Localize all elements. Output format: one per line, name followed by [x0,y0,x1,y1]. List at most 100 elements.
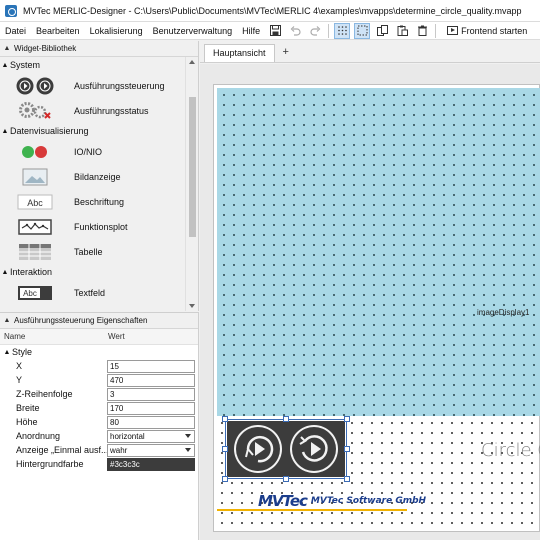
widget-library-list: ▲ System Ausführungssteuerung Ausführung… [0,57,186,311]
widget-io-nio[interactable]: IO/NIO [0,139,186,164]
widget-execution-status[interactable]: Ausführungsstatus [0,98,186,123]
property-value: 470 [110,375,124,385]
show-grid-button[interactable] [334,22,351,39]
property-value-input[interactable]: 470 [107,373,195,387]
widget-library-scrollbar[interactable] [185,57,198,311]
menu-hilfe[interactable]: Hilfe [237,22,265,40]
paste-button[interactable] [394,23,410,39]
resize-handle-b[interactable] [283,476,289,482]
scroll-thumb[interactable] [189,97,196,237]
resize-handle-l[interactable] [222,446,228,452]
scroll-down-icon[interactable] [189,304,195,308]
property-name: X [16,361,23,371]
execution-control-graphic [227,421,345,477]
redo-icon [310,26,321,36]
resize-handle-tr[interactable] [344,416,350,422]
view-tab-bar: Hauptansicht + [200,41,540,63]
mvtec-logo: MVTec MVTec Software GmbH [258,492,426,510]
menu-benutzerverwaltung[interactable]: Benutzerverwaltung [148,22,238,40]
text-field-abc-text: Abc [23,289,37,298]
column-value: Wert [108,332,125,341]
property-name: Anzeige „Einmal ausf... [16,445,107,455]
image-display-widget[interactable] [217,88,540,416]
property-color-value[interactable]: #3c3c3c [107,457,195,471]
properties-title: Ausführungssteuerung Eigenschaften [14,316,148,325]
widget-label: Textfeld [74,287,106,298]
property-row-show-run-once: Anzeige „Einmal ausf... wahr [0,443,198,457]
resize-handle-r[interactable] [344,446,350,452]
tab-main-view[interactable]: Hauptansicht [204,44,275,62]
widget-table[interactable]: Tabelle [0,239,186,264]
widget-library-header[interactable]: ▲ Widget-Bibliothek [0,41,198,57]
copy-icon [376,25,388,36]
resize-handle-t[interactable] [283,416,289,422]
widget-text-field[interactable]: Abc Textfeld [0,280,186,305]
undo-button[interactable] [287,23,303,39]
collapse-caret-icon: ▲ [1,268,9,276]
property-name: Höhe [16,417,38,427]
category-system[interactable]: ▲ System [0,57,186,73]
collapse-caret-icon: ▲ [3,348,11,356]
chevron-down-icon [185,434,191,438]
resize-handle-bl[interactable] [222,476,228,482]
io-nio-icon [14,142,56,162]
snap-to-grid-button[interactable] [354,22,371,39]
properties-header[interactable]: ▲ Ausführungssteuerung Eigenschaften [0,313,198,329]
frontend-start-button[interactable]: Frontend starten [447,26,527,36]
title-bar: MVTec MERLIC-Designer - C:\Users\Public\… [0,0,540,22]
menu-bearbeiten[interactable]: Bearbeiten [31,22,85,40]
mvtec-logo-mark: MVTec [258,492,308,510]
property-value-input[interactable]: 170 [107,401,195,415]
property-value-select[interactable]: wahr [107,443,195,457]
property-value-input[interactable]: 3 [107,387,195,401]
category-label: System [10,60,41,70]
text-field-icon: Abc [14,283,56,303]
mvtec-logo-text: MVTec Software GmbH [310,496,427,506]
widget-function-plot[interactable]: Funktionsplot [0,214,186,239]
widget-image-display[interactable]: Bildanzeige [0,164,186,189]
redo-button[interactable] [307,23,323,39]
property-row-y: Y 470 [0,373,198,387]
property-row-height: Höhe 80 [0,415,198,429]
grid-icon [337,26,347,35]
property-value-input[interactable]: 15 [107,359,195,373]
collapse-caret-icon: ▲ [1,61,9,69]
menu-bar: Datei Bearbeiten Lokalisierung Benutzerv… [0,22,540,40]
property-value-select[interactable]: horizontal [107,429,195,443]
window-title: MVTec MERLIC-Designer - C:\Users\Public\… [23,5,522,16]
collapse-caret-icon: ▲ [3,317,11,324]
property-group-label: Style [12,347,33,357]
execution-control-widget[interactable] [222,416,350,482]
widget-library-panel: ▲ Widget-Bibliothek ▲ System Ausführungs… [0,41,199,311]
delete-button[interactable] [414,23,430,39]
add-tab-button[interactable]: + [275,44,297,62]
property-row-background-color: Hintergrundfarbe #3c3c3c [0,457,198,471]
resize-handle-tl[interactable] [222,416,228,422]
scroll-up-icon[interactable] [189,60,195,64]
category-interaction[interactable]: ▲ Interaktion [0,264,186,280]
copy-button[interactable] [374,23,390,39]
circle-quality-label[interactable]: Circle Q [481,440,540,461]
play-screen-icon [447,26,459,35]
resize-handle-br[interactable] [344,476,350,482]
property-name: Breite [16,403,40,413]
merlic-app-icon [5,4,17,17]
chevron-down-icon [185,448,191,452]
property-row-width: Breite 170 [0,401,198,415]
widget-label: Tabelle [74,246,103,257]
column-name: Name [4,332,26,341]
property-group-style[interactable]: ▲ Style [0,345,198,359]
property-value: 15 [110,361,119,371]
menu-lokalisierung[interactable]: Lokalisierung [85,22,148,40]
widget-label: Ausführungsstatus [74,105,149,116]
save-button[interactable] [267,23,283,39]
property-value-input[interactable]: 80 [107,415,195,429]
category-label: Datenvisualisierung [10,126,89,136]
snap-grid-icon [357,25,368,36]
category-data-visualization[interactable]: ▲ Datenvisualisierung [0,123,186,139]
widget-label-text[interactable]: Abc Beschriftung [0,189,186,214]
menu-datei[interactable]: Datei [0,22,31,40]
collapse-caret-icon: ▲ [1,127,9,135]
property-name: Anordnung [16,431,61,441]
widget-execution-control[interactable]: Ausführungssteuerung [0,73,186,98]
